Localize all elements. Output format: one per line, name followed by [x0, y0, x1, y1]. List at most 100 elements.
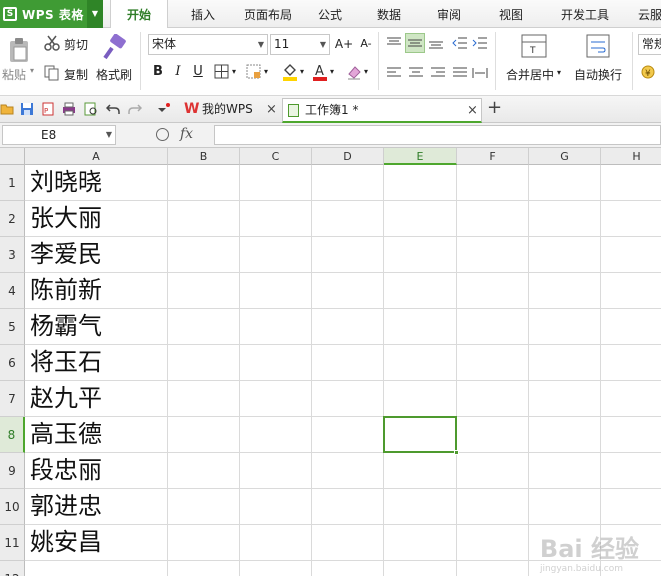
row-header[interactable]: 3 [0, 237, 25, 273]
merge-center-icon[interactable]: T [521, 34, 547, 58]
cell[interactable] [457, 201, 529, 237]
merge-center-button[interactable]: 合并居中 [506, 66, 554, 83]
selected-cell-outline[interactable] [383, 416, 457, 453]
cell[interactable] [240, 453, 312, 489]
number-format-select[interactable]: 常规 [638, 34, 661, 55]
cell[interactable] [529, 345, 601, 381]
cell[interactable] [601, 345, 661, 381]
decrease-indent-icon[interactable] [452, 36, 468, 50]
cell[interactable] [529, 417, 601, 453]
italic-button[interactable]: I [169, 63, 187, 81]
column-header[interactable]: H [601, 148, 661, 165]
bold-button[interactable]: B [149, 63, 167, 81]
cell[interactable] [457, 309, 529, 345]
cell[interactable]: 李爱民 [25, 237, 168, 273]
name-box[interactable]: E8 ▼ [2, 125, 116, 145]
cell[interactable] [312, 381, 384, 417]
cell[interactable] [529, 273, 601, 309]
cell[interactable] [240, 489, 312, 525]
zoom-lookup-icon[interactable] [156, 128, 169, 141]
clear-format-dropdown-icon[interactable]: ▾ [364, 67, 368, 76]
cell[interactable] [529, 201, 601, 237]
column-header[interactable]: C [240, 148, 312, 165]
cell[interactable] [457, 165, 529, 201]
cell[interactable] [168, 237, 240, 273]
cell[interactable] [240, 525, 312, 561]
row-header[interactable]: 11 [0, 525, 25, 561]
cell[interactable]: 段忠丽 [25, 453, 168, 489]
row-header[interactable]: 6 [0, 345, 25, 381]
row-header[interactable]: 10 [0, 489, 25, 525]
cell[interactable] [240, 165, 312, 201]
cell[interactable] [168, 453, 240, 489]
cell[interactable] [312, 345, 384, 381]
cell[interactable] [384, 273, 457, 309]
doc-tab-my-wps[interactable]: W 我的WPS × [180, 98, 280, 123]
cell[interactable] [168, 201, 240, 237]
close-icon[interactable]: × [266, 98, 277, 121]
fill-handle[interactable] [454, 450, 459, 455]
wrap-text-icon[interactable] [586, 34, 610, 58]
currency-format-icon[interactable]: ¥ [640, 64, 656, 80]
cell[interactable] [312, 165, 384, 201]
wrap-text-button[interactable]: 自动换行 [574, 66, 622, 83]
print-icon[interactable] [62, 102, 76, 116]
cell[interactable] [529, 237, 601, 273]
cell[interactable] [384, 345, 457, 381]
cell[interactable] [457, 381, 529, 417]
cell[interactable] [601, 273, 661, 309]
cell[interactable] [529, 309, 601, 345]
cell[interactable]: 郭进忠 [25, 489, 168, 525]
menu-tab[interactable]: 审阅 [426, 0, 472, 28]
cell[interactable] [457, 561, 529, 576]
cell[interactable] [312, 561, 384, 576]
align-center-icon[interactable] [408, 66, 424, 80]
increase-indent-icon[interactable] [472, 36, 488, 50]
cell[interactable] [168, 417, 240, 453]
merge-center-dropdown-icon[interactable]: ▾ [557, 68, 561, 77]
cell[interactable] [384, 525, 457, 561]
cell[interactable] [601, 417, 661, 453]
underline-button[interactable]: U [189, 63, 207, 81]
cell[interactable] [312, 309, 384, 345]
column-header[interactable]: A [25, 148, 168, 165]
row-header[interactable]: 2 [0, 201, 25, 237]
cell[interactable] [168, 165, 240, 201]
cell[interactable] [25, 561, 168, 576]
undo-icon[interactable] [105, 102, 120, 116]
cell[interactable] [168, 561, 240, 576]
cell[interactable] [457, 489, 529, 525]
row-header[interactable]: 1 [0, 165, 25, 201]
cell[interactable]: 赵九平 [25, 381, 168, 417]
customize-toolbar-icon[interactable] [156, 102, 170, 116]
cell[interactable] [240, 381, 312, 417]
shrink-font-button[interactable]: A- [356, 35, 376, 53]
grow-font-button[interactable]: A+ [334, 35, 354, 53]
row-header[interactable]: 5 [0, 309, 25, 345]
cell[interactable] [601, 309, 661, 345]
cell[interactable] [601, 381, 661, 417]
cut-button[interactable]: 剪切 [64, 36, 88, 53]
cell[interactable] [457, 417, 529, 453]
cell[interactable]: 将玉石 [25, 345, 168, 381]
cell[interactable] [168, 381, 240, 417]
paste-dropdown-icon[interactable]: ▾ [30, 66, 34, 75]
cell[interactable] [457, 525, 529, 561]
menu-tab[interactable]: 开始 [110, 0, 168, 29]
cell[interactable] [601, 453, 661, 489]
cell[interactable] [312, 417, 384, 453]
align-left-icon[interactable] [386, 66, 402, 80]
menu-tab[interactable]: 公式 [307, 0, 353, 28]
merge-format-dropdown-icon[interactable]: ▾ [264, 67, 268, 76]
column-header[interactable]: D [312, 148, 384, 165]
border-icon[interactable] [214, 64, 230, 80]
cell[interactable] [529, 165, 601, 201]
distributed-align-icon[interactable] [472, 66, 488, 80]
font-color-icon[interactable]: A [312, 62, 328, 82]
cell[interactable] [168, 345, 240, 381]
close-icon[interactable]: × [467, 99, 478, 122]
cell[interactable] [457, 273, 529, 309]
column-header[interactable]: B [168, 148, 240, 165]
cell[interactable] [168, 525, 240, 561]
cell[interactable] [312, 453, 384, 489]
